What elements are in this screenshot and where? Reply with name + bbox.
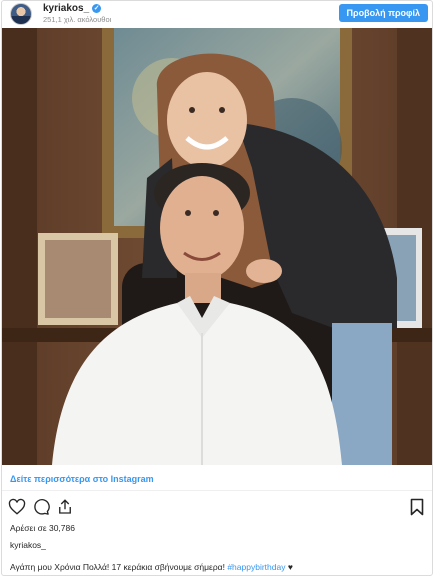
likes-count: Αρέσει σε 30,786 xyxy=(10,523,75,533)
caption-text: Αγάπη μου Χρόνια Πολλά! 17 κεράκια σβήνο… xyxy=(10,562,228,572)
view-more-instagram-link[interactable]: Δείτε περισσότερα στο Instagram xyxy=(10,474,154,484)
action-bar xyxy=(8,498,74,516)
photo-illustration xyxy=(2,28,432,465)
share-icon[interactable] xyxy=(56,498,74,516)
view-profile-button[interactable]: Προβολή προφίλ xyxy=(338,4,428,22)
post-header: kyriakos_ ✓ 251,1 χιλ. ακόλουθοι Προβολή… xyxy=(2,1,432,28)
comment-icon[interactable] xyxy=(32,498,50,516)
post-photo[interactable] xyxy=(2,28,432,465)
followers-count: 251,1 χιλ. ακόλουθοι xyxy=(43,15,112,24)
username-link[interactable]: kyriakos_ xyxy=(43,3,89,14)
username-row[interactable]: kyriakos_ ✓ xyxy=(43,3,102,14)
divider xyxy=(2,490,432,491)
caption-username[interactable]: kyriakos_ xyxy=(10,540,46,550)
bookmark-icon[interactable] xyxy=(410,498,424,516)
instagram-embed-card: kyriakos_ ✓ 251,1 χιλ. ακόλουθοι Προβολή… xyxy=(1,0,433,576)
avatar[interactable] xyxy=(10,3,32,25)
heart-emoji-icon: ♥ xyxy=(287,562,293,572)
heart-icon[interactable] xyxy=(8,498,26,516)
hashtag-link[interactable]: #happybirthday xyxy=(227,562,285,572)
verified-badge-icon: ✓ xyxy=(92,4,102,13)
post-caption: Αγάπη μου Χρόνια Πολλά! 17 κεράκια σβήνο… xyxy=(10,562,293,572)
